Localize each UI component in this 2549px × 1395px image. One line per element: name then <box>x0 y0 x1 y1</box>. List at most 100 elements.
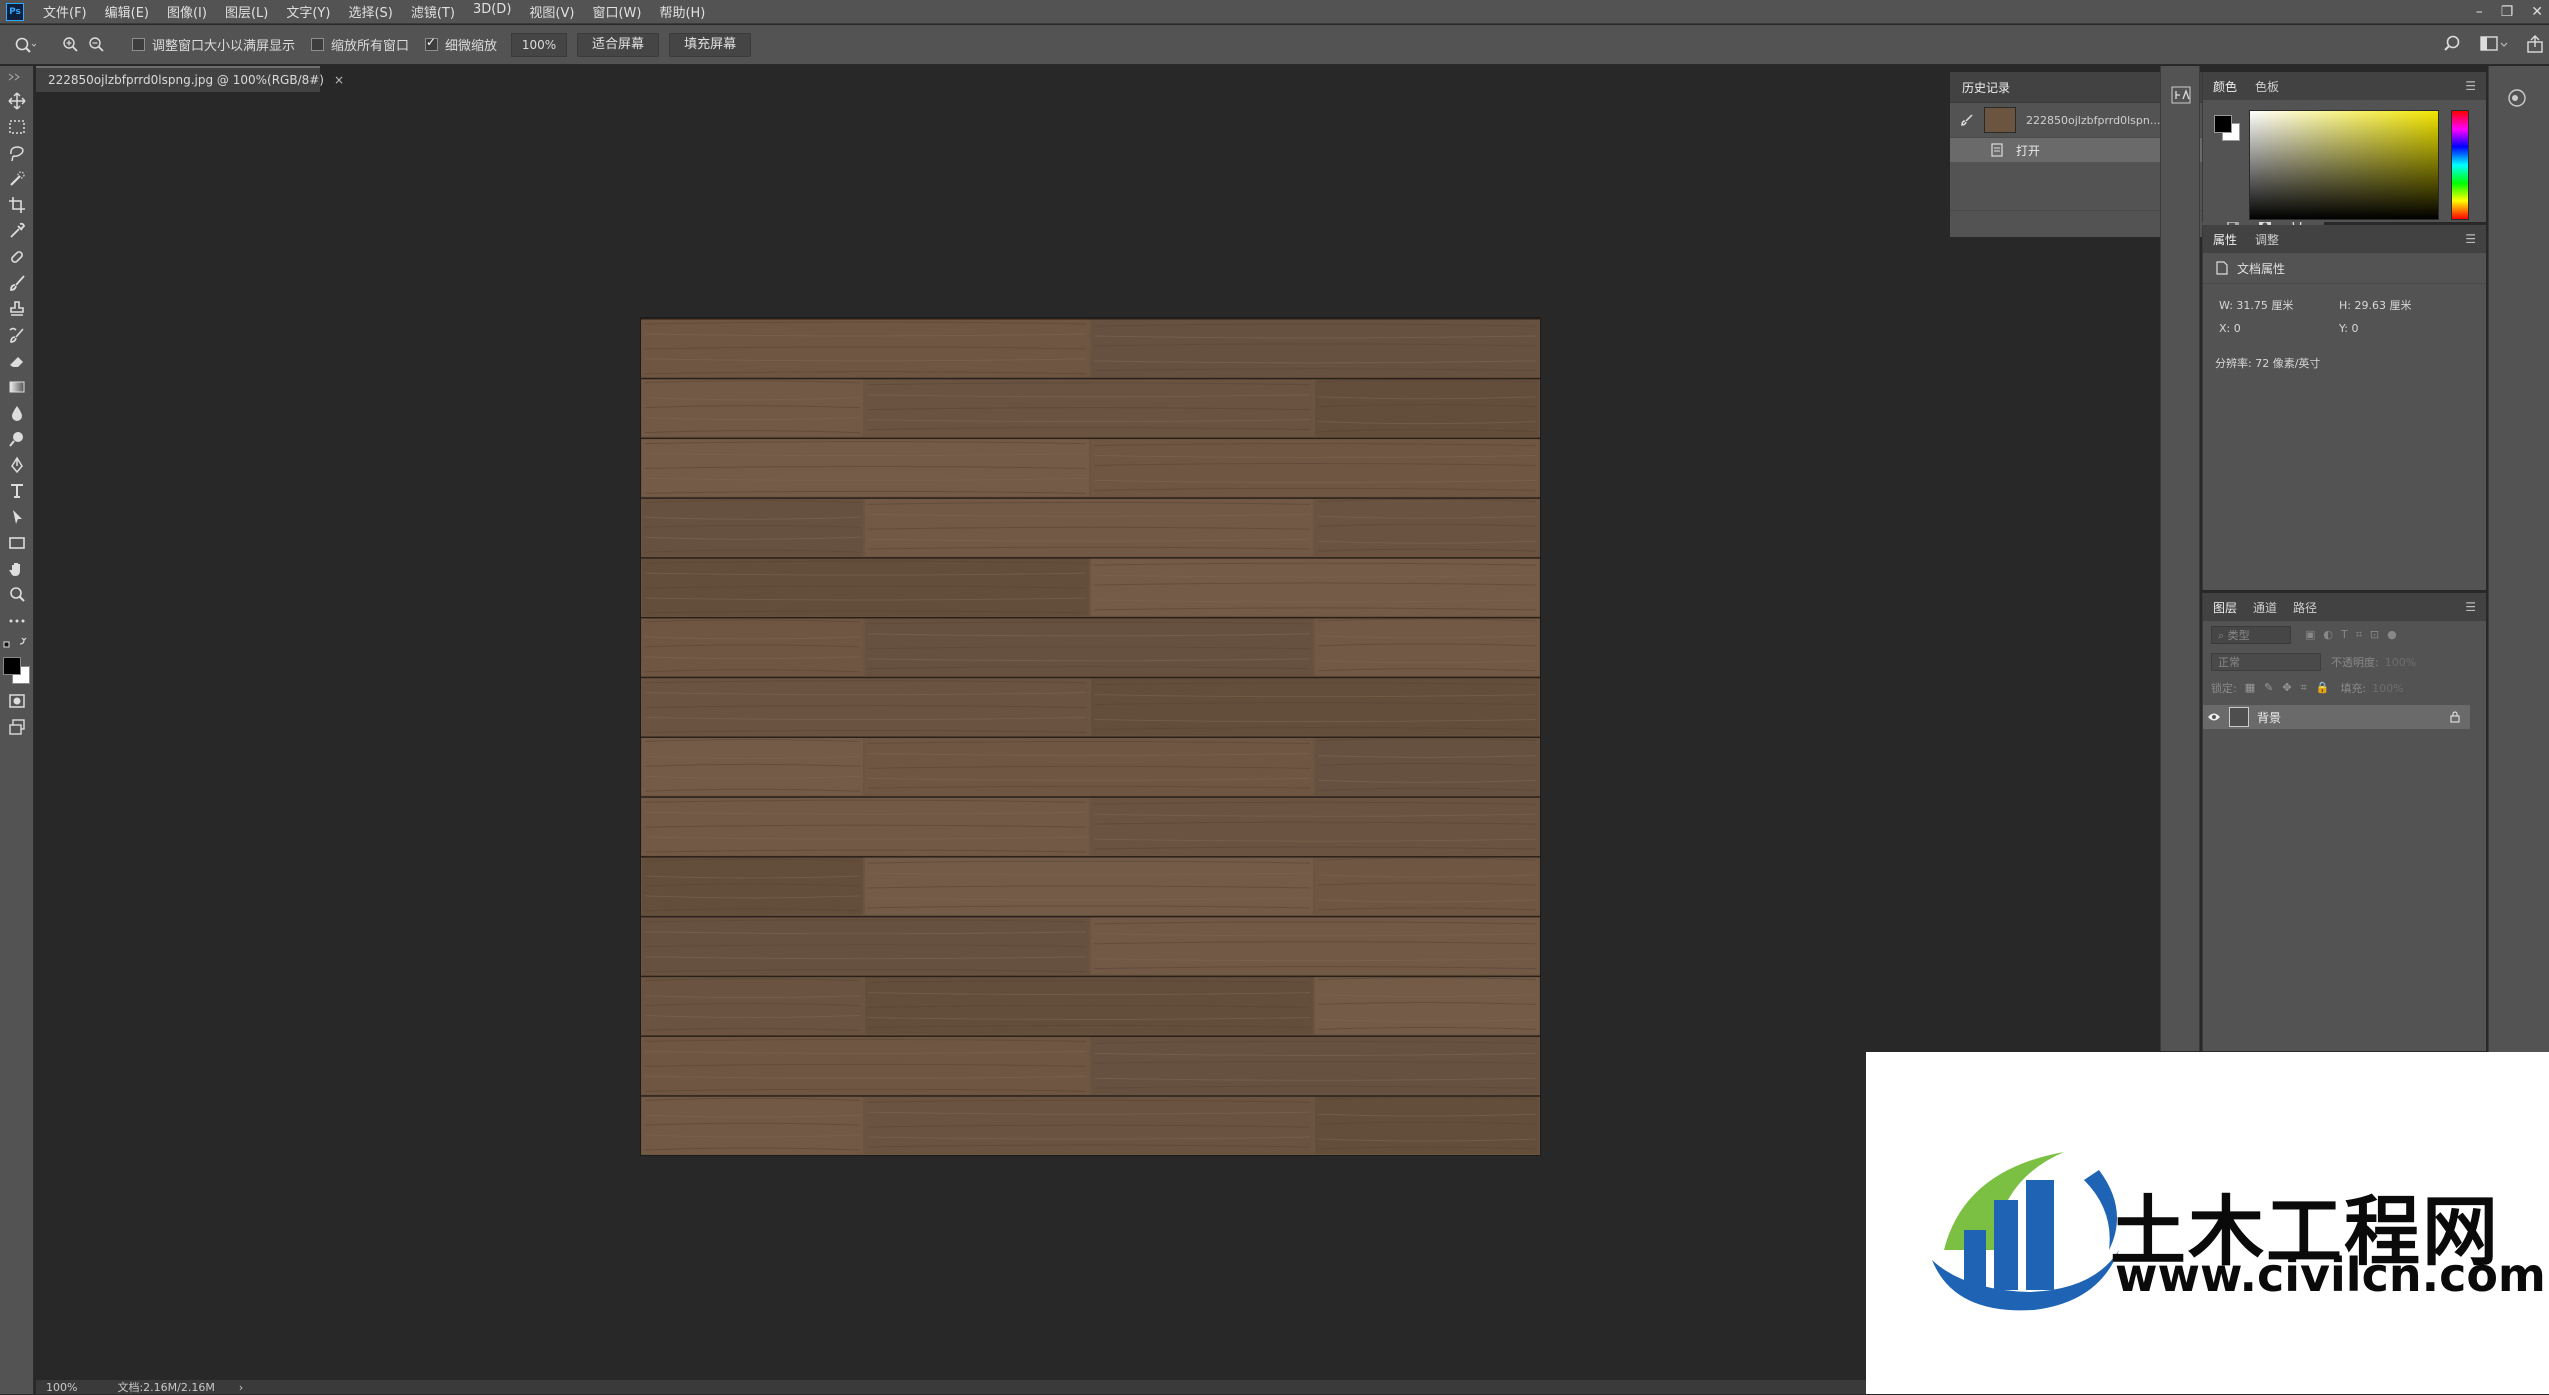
more-tools-icon[interactable] <box>0 608 34 634</box>
document-close-icon[interactable]: × <box>334 73 344 87</box>
resize-windows-box[interactable] <box>132 38 145 51</box>
menu-item-1[interactable]: 编辑(E) <box>96 2 158 21</box>
zoom-tool-icon[interactable] <box>14 36 36 54</box>
healing-brush-tool-icon[interactable] <box>0 244 34 270</box>
history-brush-tool-icon[interactable] <box>0 322 34 348</box>
tools-panel <box>0 66 34 1394</box>
eyedropper-tool-icon[interactable] <box>0 218 34 244</box>
menu-item-10[interactable]: 帮助(H) <box>650 2 714 21</box>
canvas-image[interactable] <box>641 318 1540 1155</box>
type-tool-icon[interactable] <box>0 478 34 504</box>
lasso-tool-icon[interactable] <box>0 140 34 166</box>
properties-panel-menu-icon[interactable]: ☰ <box>2465 232 2476 246</box>
foreground-color-swatch[interactable] <box>3 657 21 675</box>
search-icon[interactable] <box>2444 34 2464 54</box>
marquee-tool-icon[interactable] <box>0 114 34 140</box>
collapsed-panel-dock <box>2160 66 2200 1051</box>
blur-tool-icon[interactable] <box>0 400 34 426</box>
restore-icon[interactable]: ❐ <box>2501 4 2514 20</box>
minimize-icon[interactable]: – <box>2476 4 2483 20</box>
swap-colors-icon[interactable] <box>0 634 33 654</box>
wood-plank <box>642 857 863 915</box>
lock-icons[interactable]: ▦✎✥⌗🔒 <box>2245 681 2339 695</box>
eraser-tool-icon[interactable] <box>0 348 34 374</box>
document-tab[interactable]: 222850ojlzbfprrd0lspng.jpg @ 100%(RGB/8#… <box>36 66 344 92</box>
layer-visibility-eye-icon[interactable] <box>2203 712 2225 722</box>
history-brush-source-icon[interactable] <box>1950 113 1984 127</box>
fill-value[interactable]: 100% <box>2372 682 2403 695</box>
workspace-icon[interactable] <box>2480 35 2510 53</box>
history-tab[interactable]: 历史记录 <box>1962 79 2010 96</box>
character-panel-icon[interactable] <box>2171 86 2199 104</box>
scrubby-zoom-checkbox[interactable]: 细微缩放 <box>425 35 497 54</box>
color-panel-fg-bg-icon[interactable] <box>2213 114 2243 144</box>
share-icon[interactable] <box>2526 34 2544 54</box>
layers-panel-menu-icon[interactable]: ☰ <box>2465 600 2476 614</box>
gradient-tool-icon[interactable] <box>0 374 34 400</box>
menu-item-3[interactable]: 图层(L) <box>216 2 277 21</box>
wood-plank <box>1315 976 1539 1035</box>
crop-tool-icon[interactable] <box>0 192 34 218</box>
dodge-tool-icon[interactable] <box>0 426 34 452</box>
menu-item-5[interactable]: 选择(S) <box>339 2 401 21</box>
layers-tab[interactable]: 图层 <box>2213 599 2237 616</box>
blend-mode-select[interactable]: 正常 <box>2211 653 2321 671</box>
document-tab-title: 222850ojlzbfprrd0lspng.jpg @ 100%(RGB/8#… <box>48 73 324 87</box>
fill-screen-button[interactable]: 填充屏幕 <box>669 32 752 57</box>
y-value[interactable]: Y: 0 <box>2339 322 2358 335</box>
menu-item-9[interactable]: 窗口(W) <box>583 2 650 21</box>
zoom-all-windows-checkbox[interactable]: 缩放所有窗口 <box>311 35 409 54</box>
close-window-icon[interactable]: ✕ <box>2531 4 2543 20</box>
paths-tab[interactable]: 路径 <box>2293 599 2317 616</box>
zoom-in-icon[interactable] <box>62 36 80 54</box>
learn-panel-icon[interactable] <box>2505 88 2549 108</box>
quick-select-tool-icon[interactable] <box>0 166 34 192</box>
zoom-tool-sidebar-icon[interactable] <box>0 582 34 608</box>
properties-tab[interactable]: 属性 <box>2213 231 2237 248</box>
toolbar-collapse-icon[interactable] <box>0 66 33 88</box>
wood-plank <box>1091 916 1539 975</box>
color-field[interactable] <box>2249 110 2439 220</box>
height-value[interactable]: H: 29.63 厘米 <box>2339 297 2411 313</box>
screen-mode-icon[interactable] <box>0 714 34 740</box>
menu-item-4[interactable]: 文字(Y) <box>277 2 339 21</box>
clone-stamp-tool-icon[interactable] <box>0 296 34 322</box>
path-selection-tool-icon[interactable] <box>0 504 34 530</box>
layer-filter-icons[interactable]: ▣◐T⌗⊡● <box>2305 628 2405 642</box>
wood-plank <box>642 737 863 796</box>
rectangle-tool-icon[interactable] <box>0 530 34 556</box>
history-document-icon <box>1990 143 2004 157</box>
channels-tab[interactable]: 通道 <box>2253 599 2277 616</box>
width-value[interactable]: W: 31.75 厘米 <box>2219 297 2293 313</box>
quick-mask-icon[interactable] <box>0 688 34 714</box>
menu-item-0[interactable]: 文件(F) <box>34 2 96 21</box>
resize-windows-checkbox[interactable]: 调整窗口大小以满屏显示 <box>132 35 295 54</box>
hue-slider[interactable] <box>2451 110 2469 220</box>
zoom-out-icon[interactable] <box>88 36 106 54</box>
swatches-tab[interactable]: 色板 <box>2255 78 2279 95</box>
layer-filter-field[interactable]: ⌕ 类型 <box>2211 626 2291 644</box>
x-value[interactable]: X: 0 <box>2219 322 2241 335</box>
color-panel-menu-icon[interactable]: ☰ <box>2465 79 2476 93</box>
menu-item-8[interactable]: 视图(V) <box>520 2 583 21</box>
fit-screen-button[interactable]: 适合屏幕 <box>577 32 660 57</box>
color-tab[interactable]: 颜色 <box>2213 78 2237 95</box>
status-zoom[interactable]: 100% <box>46 1381 77 1394</box>
menu-item-6[interactable]: 滤镜(T) <box>402 2 464 21</box>
foreground-background-color-icon[interactable] <box>0 654 33 688</box>
scrubby-zoom-box[interactable] <box>425 35 439 51</box>
opacity-value[interactable]: 100% <box>2385 656 2416 669</box>
layer-row-background[interactable]: 背景 <box>2203 705 2470 729</box>
zoom-all-windows-box[interactable] <box>311 38 325 51</box>
menu-item-2[interactable]: 图像(I) <box>158 2 216 21</box>
brush-tool-icon[interactable] <box>0 270 34 296</box>
status-expand-icon[interactable]: › <box>239 1381 243 1394</box>
wood-plank <box>642 617 863 676</box>
move-tool-icon[interactable] <box>0 88 34 114</box>
menu-item-7[interactable]: 3D(D) <box>464 2 520 21</box>
pen-tool-icon[interactable] <box>0 452 34 478</box>
hand-tool-icon[interactable] <box>0 556 34 582</box>
zoom-value-field[interactable]: 100% <box>511 32 568 57</box>
adjustments-tab[interactable]: 调整 <box>2255 231 2279 248</box>
layer-lock-icon[interactable] <box>2450 711 2460 723</box>
